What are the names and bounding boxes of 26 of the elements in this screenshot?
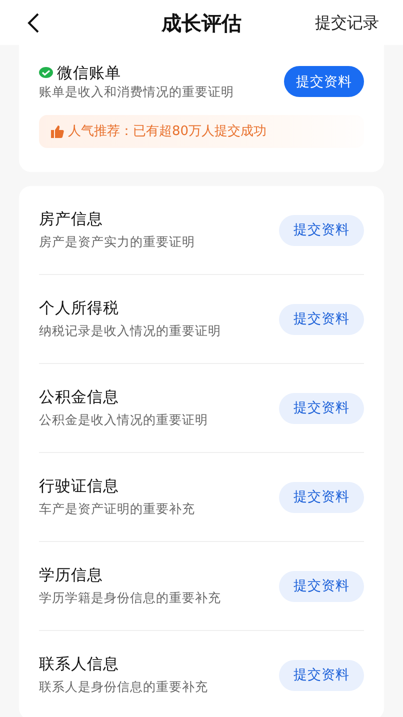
submission-records-link[interactable]: 提交记录	[315, 11, 379, 35]
item-title: 联系人信息	[39, 654, 120, 674]
item-title: 房产信息	[39, 209, 104, 230]
submit-button[interactable]: 提交资料	[279, 304, 364, 335]
page-title: 成长评估	[162, 10, 242, 36]
item-description: 车产是资产证明的重要补充	[39, 500, 195, 518]
item-description: 学历学籍是身份信息的重要补充	[39, 589, 221, 607]
submit-button[interactable]: 提交资料	[279, 392, 364, 424]
item-title: 微信账单	[57, 63, 121, 84]
notice-text: 人气推荐：已有超80万人提交成功	[68, 122, 267, 141]
item-description: 账单是收入和消费情况的重要证明	[39, 83, 234, 101]
item-title: 个人所得税	[39, 298, 120, 318]
item-description: 联系人是身份信息的重要补充	[39, 678, 208, 696]
item-title: 行驶证信息	[39, 476, 120, 496]
item-title: 学历信息	[39, 565, 104, 586]
submit-button[interactable]: 提交资料	[279, 660, 364, 691]
thumbs-up-icon	[51, 124, 64, 138]
submit-button[interactable]: 提交资料	[279, 482, 364, 513]
submit-button[interactable]: 提交资料	[279, 214, 364, 246]
item-description: 纳税记录是收入情况的重要证明	[39, 322, 221, 340]
item-description: 公积金是收入情况的重要证明	[39, 411, 208, 429]
chat-check-icon	[39, 67, 53, 80]
item-title: 公积金信息	[39, 387, 120, 408]
submit-button[interactable]: 提交资料	[284, 66, 364, 98]
item-description: 房产是资产实力的重要证明	[39, 233, 195, 251]
submit-button[interactable]: 提交资料	[279, 570, 364, 602]
